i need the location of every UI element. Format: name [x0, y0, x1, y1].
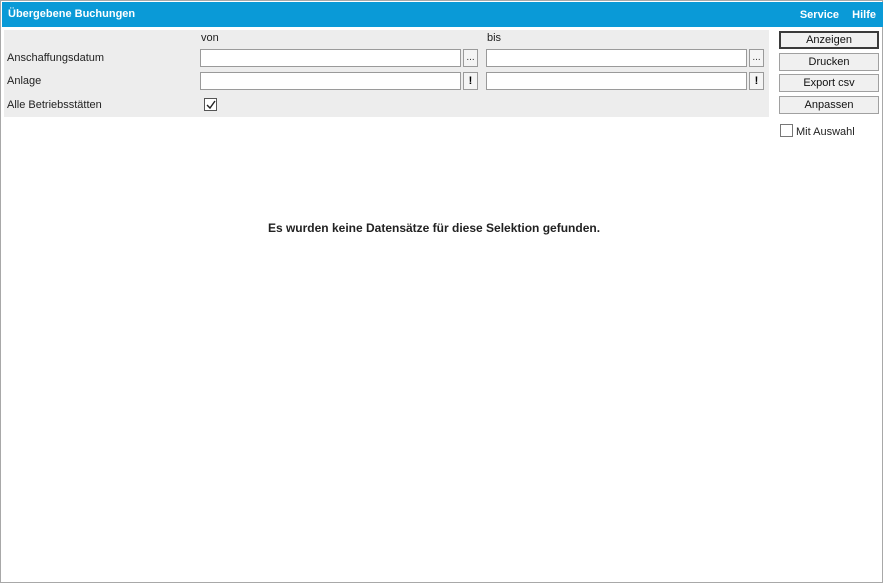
- anzeigen-button[interactable]: Anzeigen: [779, 31, 879, 49]
- title-bar: Übergebene Buchungen Service Hilfe: [2, 2, 883, 27]
- export-csv-button[interactable]: Export csv: [779, 74, 879, 92]
- mit-auswahl-checkbox[interactable]: [780, 124, 793, 137]
- anlage-von-input[interactable]: [200, 72, 461, 90]
- window-frame: Übergebene Buchungen Service Hilfe von b…: [0, 0, 883, 583]
- anpassen-button[interactable]: Anpassen: [779, 96, 879, 114]
- menu-hilfe[interactable]: Hilfe: [852, 9, 876, 21]
- anschaffungsdatum-von-picker-button[interactable]: ...: [463, 49, 478, 67]
- anschaffungsdatum-bis-input[interactable]: [486, 49, 747, 67]
- no-records-message: Es wurden keine Datensätze für diese Sel…: [267, 221, 601, 235]
- anlage-label: Anlage: [7, 75, 42, 87]
- window-title: Übergebene Buchungen: [8, 8, 136, 20]
- alle-betriebsstaetten-label: Alle Betriebsstätten: [7, 99, 102, 111]
- menu-service[interactable]: Service: [800, 9, 839, 21]
- anlage-bis-lookup-button[interactable]: !: [749, 72, 764, 90]
- anlage-von-lookup-button[interactable]: !: [463, 72, 478, 90]
- alle-betriebsstaetten-checkbox[interactable]: [204, 98, 217, 111]
- anlage-bis-input[interactable]: [486, 72, 747, 90]
- anschaffungsdatum-label: Anschaffungsdatum: [7, 52, 105, 64]
- anschaffungsdatum-von-input[interactable]: [200, 49, 461, 67]
- drucken-button[interactable]: Drucken: [779, 53, 879, 71]
- column-header-bis: bis: [487, 32, 502, 44]
- checkmark-icon: [206, 100, 216, 110]
- mit-auswahl-label: Mit Auswahl: [796, 126, 855, 138]
- anschaffungsdatum-bis-picker-button[interactable]: ...: [749, 49, 764, 67]
- column-header-von: von: [201, 32, 219, 44]
